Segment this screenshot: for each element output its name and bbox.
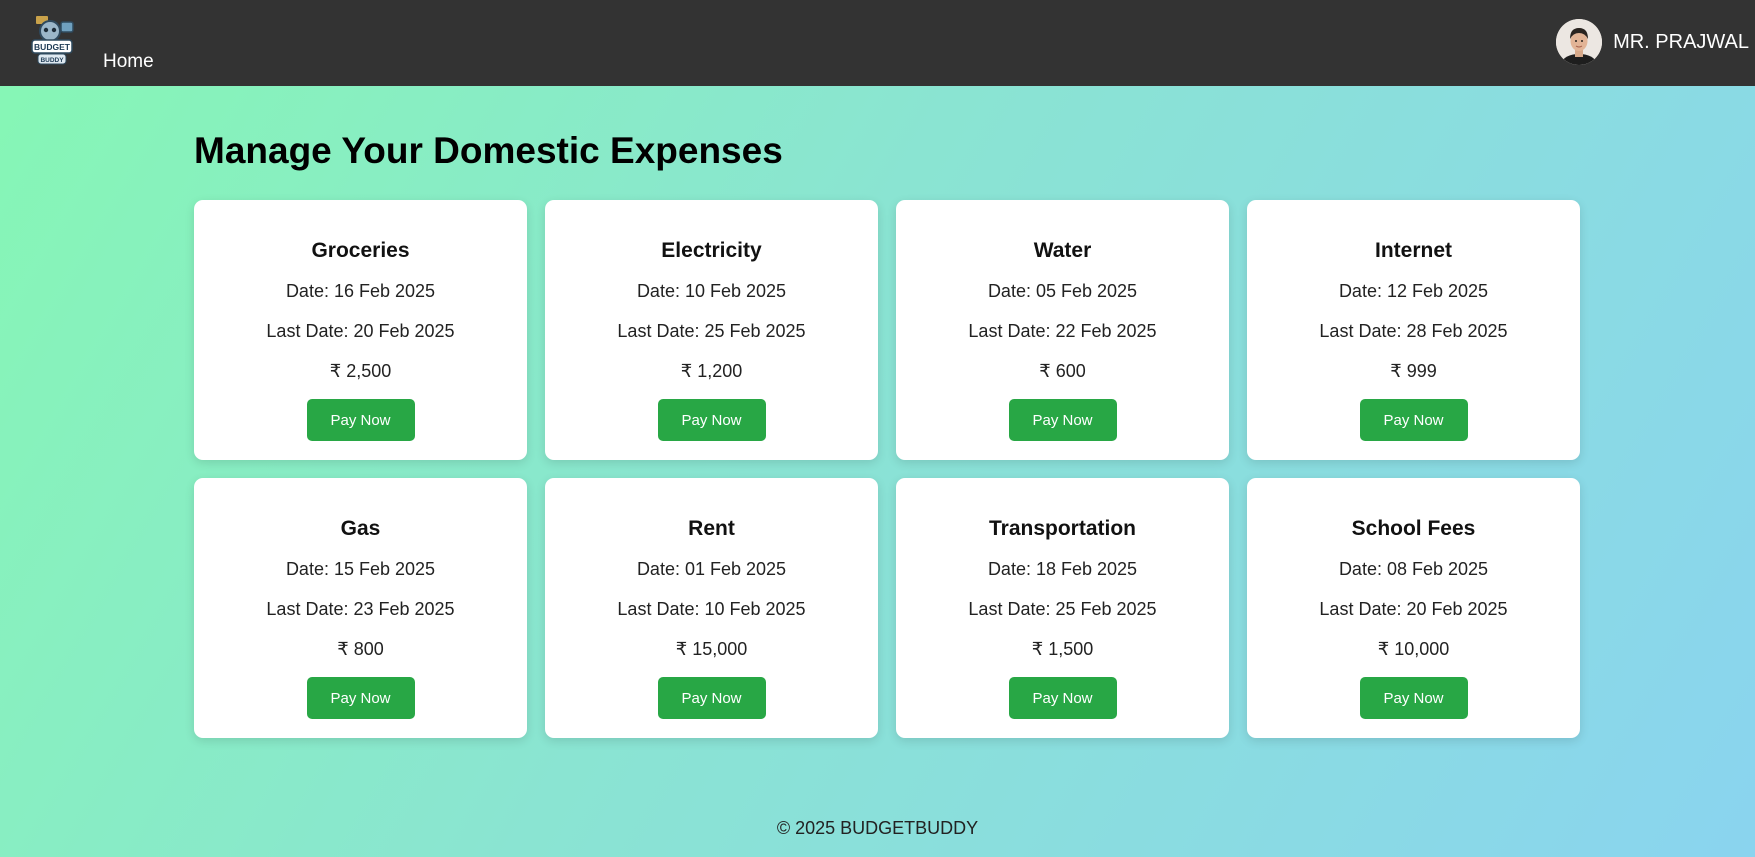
pay-now-button-transportation[interactable]: Pay Now — [1008, 677, 1117, 719]
top-navbar: BUDGET BUDDY Home MR. PRAJWAL — [0, 0, 1755, 86]
expense-amount: ₹ 10,000 — [1377, 639, 1450, 659]
expense-card-groceries: Groceries Date: 16 Feb 2025 Last Date: 2… — [194, 200, 527, 460]
logo-text-bottom: BUDDY — [40, 57, 64, 64]
expense-card-grid: Groceries Date: 16 Feb 2025 Last Date: 2… — [194, 200, 1580, 738]
logo-text-top: BUDGET — [34, 42, 71, 52]
expense-amount: ₹ 600 — [1039, 361, 1086, 381]
expense-date: Date: 05 Feb 2025 — [987, 281, 1138, 301]
expense-card-gas: Gas Date: 15 Feb 2025 Last Date: 23 Feb … — [194, 478, 527, 738]
expense-title: Water — [1033, 239, 1092, 262]
expense-last-date: Last Date: 28 Feb 2025 — [1319, 321, 1508, 341]
user-avatar[interactable] — [1556, 19, 1603, 65]
expense-title: School Fees — [1351, 517, 1476, 540]
expense-date: Date: 15 Feb 2025 — [285, 559, 436, 579]
pay-now-button-water[interactable]: Pay Now — [1008, 399, 1117, 441]
expense-amount: ₹ 1,200 — [680, 361, 743, 381]
expense-date: Date: 10 Feb 2025 — [636, 281, 787, 301]
expense-card-internet: Internet Date: 12 Feb 2025 Last Date: 28… — [1247, 200, 1580, 460]
expense-amount: ₹ 15,000 — [675, 639, 748, 659]
expense-amount: ₹ 2,500 — [329, 361, 392, 381]
budgetbuddy-logo[interactable]: BUDGET BUDDY — [28, 14, 76, 66]
user-profile[interactable]: MR. PRAJWAL — [1556, 19, 1749, 65]
nav-home-link[interactable]: Home — [103, 51, 154, 73]
expense-amount: ₹ 999 — [1390, 361, 1437, 381]
expense-date: Date: 16 Feb 2025 — [285, 281, 436, 301]
expense-last-date: Last Date: 25 Feb 2025 — [968, 599, 1157, 619]
footer-copyright: © 2025 BUDGETBUDDY — [776, 818, 979, 838]
pay-now-button-rent[interactable]: Pay Now — [657, 677, 766, 719]
expense-last-date: Last Date: 22 Feb 2025 — [968, 321, 1157, 341]
user-name: MR. PRAJWAL — [1613, 30, 1749, 53]
expense-title: Gas — [340, 517, 381, 540]
expense-card-water: Water Date: 05 Feb 2025 Last Date: 22 Fe… — [896, 200, 1229, 460]
pay-now-button-electricity[interactable]: Pay Now — [657, 399, 766, 441]
expense-last-date: Last Date: 20 Feb 2025 — [266, 321, 455, 341]
expense-title: Rent — [688, 517, 735, 540]
expense-amount: ₹ 800 — [337, 639, 384, 659]
expense-date: Date: 08 Feb 2025 — [1338, 559, 1489, 579]
expense-last-date: Last Date: 10 Feb 2025 — [617, 599, 806, 619]
expense-card-electricity: Electricity Date: 10 Feb 2025 Last Date:… — [545, 200, 878, 460]
pay-now-button-internet[interactable]: Pay Now — [1359, 399, 1468, 441]
expense-last-date: Last Date: 20 Feb 2025 — [1319, 599, 1508, 619]
expense-last-date: Last Date: 23 Feb 2025 — [266, 599, 455, 619]
pay-now-button-school-fees[interactable]: Pay Now — [1359, 677, 1468, 719]
pay-now-button-gas[interactable]: Pay Now — [306, 677, 415, 719]
pay-now-button-groceries[interactable]: Pay Now — [306, 399, 415, 441]
expense-card-school-fees: School Fees Date: 08 Feb 2025 Last Date:… — [1247, 478, 1580, 738]
expense-title: Groceries — [311, 239, 410, 262]
expense-card-rent: Rent Date: 01 Feb 2025 Last Date: 10 Feb… — [545, 478, 878, 738]
page-title: Manage Your Domestic Expenses — [194, 130, 783, 171]
expense-date: Date: 12 Feb 2025 — [1338, 281, 1489, 301]
expense-title: Electricity — [661, 239, 762, 262]
expense-title: Internet — [1374, 239, 1452, 262]
expense-amount: ₹ 1,500 — [1031, 639, 1094, 659]
expense-last-date: Last Date: 25 Feb 2025 — [617, 321, 806, 341]
expense-date: Date: 01 Feb 2025 — [636, 559, 787, 579]
expense-date: Date: 18 Feb 2025 — [987, 559, 1138, 579]
expense-title: Transportation — [988, 517, 1136, 540]
expense-card-transportation: Transportation Date: 18 Feb 2025 Last Da… — [896, 478, 1229, 738]
